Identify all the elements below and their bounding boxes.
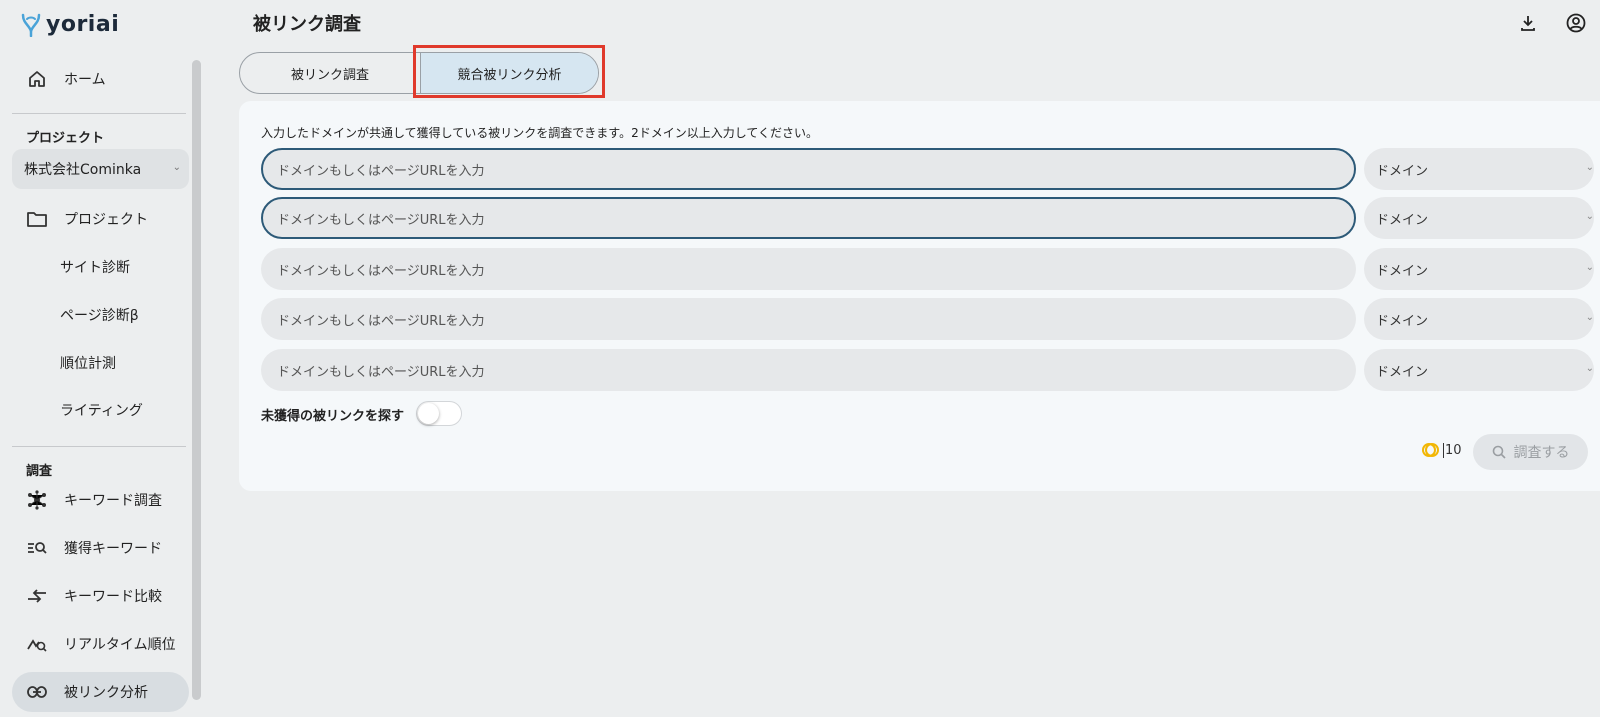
select-value: ドメイン <box>1376 313 1429 329</box>
link-icon <box>26 681 48 703</box>
section-label-project: プロジェクト <box>26 131 105 146</box>
search-button[interactable]: 調査する <box>1473 434 1588 470</box>
section-label-research: 調査 <box>26 464 53 479</box>
panel-description: 入力したドメインが共通して獲得している被リンクを調査できます。2ドメイン以上入力… <box>261 126 818 140</box>
sidebar-item-rank[interactable]: 順位計測 <box>12 343 189 383</box>
select-value: ドメイン <box>1376 163 1429 179</box>
domain-input-3[interactable]: ドメインもしくはページURLを入力 <box>261 248 1356 290</box>
search-icon <box>1492 445 1506 459</box>
type-select-4[interactable]: ドメイン ⌄ <box>1364 298 1594 340</box>
type-select-3[interactable]: ドメイン ⌄ <box>1364 248 1594 290</box>
sidebar-item-backlink[interactable]: 被リンク分析 <box>12 672 189 712</box>
chevron-down-icon: ⌄ <box>1585 312 1594 323</box>
chevron-down-icon: ⌄ <box>1585 262 1594 273</box>
select-value: ドメイン <box>1376 212 1429 228</box>
sidebar: yoriai ホーム プロジェクト 株式会社Cominka ⌄ プロジェクト サ… <box>0 0 205 717</box>
select-value: ドメイン <box>1376 263 1429 279</box>
network-icon <box>26 489 48 511</box>
domain-input-2[interactable]: ドメインもしくはページURLを入力 <box>261 197 1356 239</box>
project-select[interactable]: 株式会社Cominka ⌄ <box>12 149 189 189</box>
domain-input-1[interactable]: ドメインもしくはページURLを入力 <box>261 148 1356 190</box>
search-button-label: 調査する <box>1513 445 1570 461</box>
sidebar-item-label: リアルタイム順位 <box>64 637 176 653</box>
domain-input-4[interactable]: ドメインもしくはページURLを入力 <box>261 298 1356 340</box>
home-icon <box>26 68 48 90</box>
sidebar-item-writing[interactable]: ライティング <box>12 390 189 430</box>
chevron-down-icon: ⌄ <box>172 162 181 173</box>
sidebar-item-label: 順位計測 <box>60 356 116 372</box>
sidebar-item-label: サイト診断 <box>60 260 130 276</box>
chevron-down-icon: ⌄ <box>1585 211 1594 222</box>
sidebar-item-label: プロジェクト <box>64 212 148 228</box>
tab-bar: 被リンク調査 競合被リンク分析 <box>239 52 599 94</box>
divider <box>12 446 186 447</box>
toggle-knob <box>418 403 439 424</box>
tab-competitor-backlink[interactable]: 競合被リンク分析 <box>420 53 598 93</box>
credit-value: 10 <box>1443 442 1462 458</box>
download-icon[interactable] <box>1517 12 1539 34</box>
toggle-label: 未獲得の被リンクを探す <box>261 409 405 424</box>
sidebar-item-label: ライティング <box>60 403 143 419</box>
sidebar-item-acquired-keywords[interactable]: 獲得キーワード <box>12 528 189 568</box>
sidebar-item-home[interactable]: ホーム <box>12 59 189 99</box>
domain-input-5[interactable]: ドメインもしくはページURLを入力 <box>261 349 1356 391</box>
trend-search-icon <box>26 633 48 655</box>
logo-text: yoriai <box>46 11 120 37</box>
sidebar-item-page-diag[interactable]: ページ診断β <box>12 295 189 335</box>
sidebar-item-site-diag[interactable]: サイト診断 <box>12 247 189 287</box>
unacquired-toggle[interactable] <box>416 401 462 426</box>
sidebar-item-label: キーワード比較 <box>64 589 162 605</box>
page-title: 被リンク調査 <box>253 14 361 35</box>
chevron-down-icon: ⌄ <box>1585 363 1594 374</box>
project-select-value: 株式会社Cominka <box>24 162 142 178</box>
list-search-icon <box>26 537 48 559</box>
sidebar-item-label: ページ診断β <box>60 308 139 324</box>
folder-icon <box>26 208 48 230</box>
sidebar-item-label: キーワード調査 <box>64 493 162 509</box>
logo[interactable]: yoriai <box>20 10 119 38</box>
sidebar-item-label: 被リンク分析 <box>64 685 148 701</box>
sidebar-item-label: 獲得キーワード <box>64 541 162 557</box>
select-value: ドメイン <box>1376 364 1429 380</box>
account-icon[interactable] <box>1565 12 1587 34</box>
type-select-5[interactable]: ドメイン ⌄ <box>1364 349 1594 391</box>
coin-icon <box>1422 443 1439 457</box>
compare-arrows-icon <box>26 585 48 607</box>
chevron-down-icon: ⌄ <box>1585 162 1594 173</box>
sidebar-scrollbar[interactable] <box>192 60 201 700</box>
type-select-2[interactable]: ドメイン ⌄ <box>1364 197 1594 239</box>
type-select-1[interactable]: ドメイン ⌄ <box>1364 148 1594 190</box>
divider <box>12 113 186 114</box>
sidebar-item-keyword-research[interactable]: キーワード調査 <box>12 480 189 520</box>
logo-icon <box>21 13 41 37</box>
sidebar-item-label: ホーム <box>64 72 106 88</box>
sidebar-item-realtime-rank[interactable]: リアルタイム順位 <box>12 624 189 664</box>
sidebar-item-project[interactable]: プロジェクト <box>12 199 189 239</box>
tab-backlink-research[interactable]: 被リンク調査 <box>240 53 420 93</box>
credit-cost: 10 <box>1421 442 1462 458</box>
sidebar-item-keyword-compare[interactable]: キーワード比較 <box>12 576 189 616</box>
